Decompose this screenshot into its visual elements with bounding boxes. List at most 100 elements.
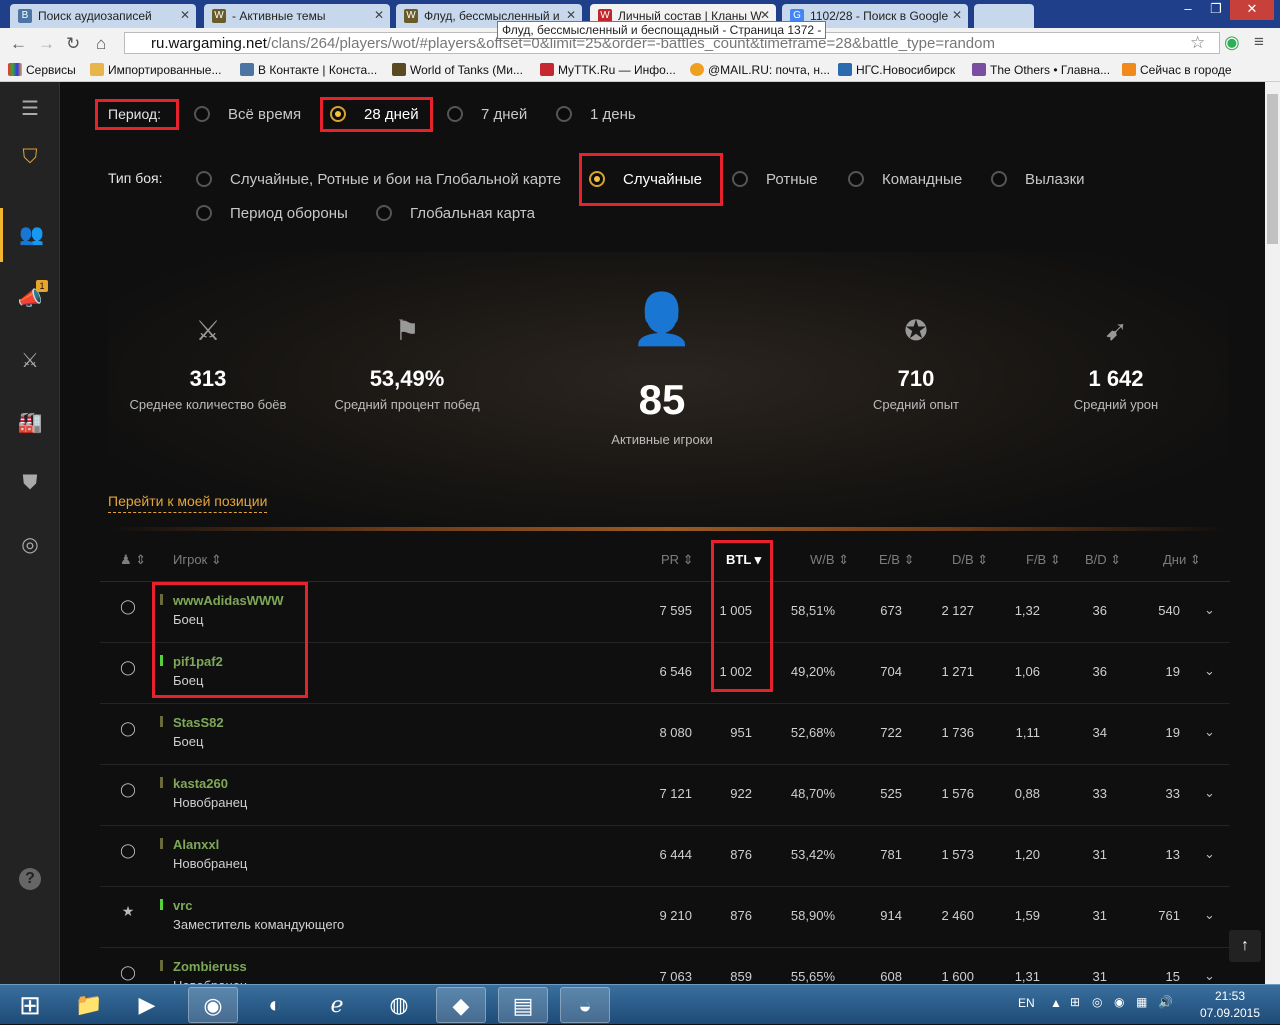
bookmark-star-icon[interactable]: ☆ <box>1190 33 1205 53</box>
period-7days-label[interactable]: 7 дней <box>481 106 527 123</box>
obs-taskbar-icon[interactable]: ◍ <box>374 987 424 1023</box>
battle-random-radio[interactable] <box>589 171 605 187</box>
monitor-taskbar-icon[interactable]: ▤ <box>498 987 548 1023</box>
period-28days-label[interactable]: 28 дней <box>364 106 419 123</box>
player-name-link[interactable]: Zombieruss <box>173 959 247 974</box>
table-row[interactable]: ◯ Alanxxl Новобранец 6 444 876 53,42% 781 1 573… <box>100 826 1230 887</box>
battle-team-label[interactable]: Командные <box>882 171 962 188</box>
col-bd[interactable]: B/D ⇕ <box>1085 552 1121 568</box>
close-tab-icon[interactable]: ✕ <box>952 8 962 22</box>
battle-team-radio[interactable] <box>848 171 864 187</box>
col-player[interactable]: Игрок ⇕ <box>173 552 222 568</box>
player-name-link[interactable]: kasta260 <box>173 776 228 791</box>
extension-icon[interactable]: ◉ <box>1224 32 1240 53</box>
tab-active-topics[interactable]: W - Активные темы ✕ <box>204 4 390 28</box>
battle-sortie-radio[interactable] <box>991 171 1007 187</box>
expand-row-chevron-icon[interactable]: ⌄ <box>1204 907 1215 923</box>
start-button[interactable]: ⊞ <box>4 987 56 1023</box>
battle-defense-label[interactable]: Период обороны <box>230 205 348 222</box>
expand-row-chevron-icon[interactable]: ⌄ <box>1204 724 1215 740</box>
rank-sort-icon[interactable]: ♟ ⇕ <box>120 552 146 568</box>
period-28days-radio[interactable] <box>330 106 346 122</box>
battle-sortie-label[interactable]: Вылазки <box>1025 171 1085 188</box>
maximize-icon[interactable]: ❐ <box>1202 0 1230 20</box>
stronghold-icon[interactable]: 🏭 <box>0 396 60 450</box>
table-row[interactable]: ◯ StasS82 Боец 8 080 951 52,68% 722 1 736 1,11 34… <box>100 704 1230 765</box>
table-row[interactable]: ◯ kasta260 Новобранец 7 121 922 48,70% 525 1 57… <box>100 765 1230 826</box>
battle-company-label[interactable]: Ротные <box>766 171 818 188</box>
bookmark-ngs[interactable]: НГС.Новосибирск <box>838 63 955 77</box>
media-player-taskbar-icon[interactable]: ▶ <box>122 987 172 1023</box>
player-name-link[interactable]: Alanxxl <box>173 837 219 852</box>
home-icon[interactable]: ⌂ <box>96 34 106 54</box>
battles-icon[interactable]: ⚔ <box>0 334 60 388</box>
expand-row-chevron-icon[interactable]: ⌄ <box>1204 663 1215 679</box>
page-scrollbar[interactable] <box>1265 82 1280 992</box>
battle-defense-radio[interactable] <box>196 205 212 221</box>
back-icon[interactable]: ← <box>10 34 27 54</box>
close-tab-icon[interactable]: ✕ <box>374 8 384 22</box>
close-tab-icon[interactable]: ✕ <box>180 8 190 22</box>
battle-globalmap-label[interactable]: Глобальная карта <box>410 205 535 222</box>
game-center-taskbar-icon[interactable]: ◒ <box>560 987 610 1023</box>
bookmark-vk[interactable]: В Контакте | Конста... <box>240 63 377 77</box>
col-days[interactable]: Дни ⇕ <box>1163 552 1201 568</box>
bookmark-mail[interactable]: @MAIL.RU: почта, н... <box>690 63 830 77</box>
clock-date[interactable]: 07.09.2015 <box>1198 1006 1262 1020</box>
col-pr[interactable]: PR ⇕ <box>661 552 694 568</box>
battle-all-label[interactable]: Случайные, Ротные и бои на Глобальной ка… <box>230 171 561 188</box>
period-all-label[interactable]: Всё время <box>228 106 301 123</box>
network-icon[interactable]: ▦ <box>1136 995 1147 1009</box>
close-tab-icon[interactable]: ✕ <box>566 8 576 22</box>
ie-taskbar-icon[interactable]: ℯ <box>312 987 362 1023</box>
help-icon[interactable]: ? <box>0 852 60 906</box>
table-row[interactable]: ★ vrc Заместитель командующего 9 210 876 58,9… <box>100 887 1230 948</box>
members-icon[interactable]: 👥 <box>0 208 60 262</box>
close-window-icon[interactable]: ✕ <box>1230 0 1274 20</box>
forward-icon[interactable]: → <box>38 34 55 54</box>
battle-all-radio[interactable] <box>196 171 212 187</box>
firefox-taskbar-icon[interactable]: ◐ <box>250 987 300 1023</box>
expand-row-chevron-icon[interactable]: ⌄ <box>1204 846 1215 862</box>
bookmark-myttk[interactable]: MyTTK.Ru — Инфо... <box>540 63 676 77</box>
volume-icon[interactable]: 🔊 <box>1158 995 1173 1009</box>
col-db[interactable]: D/B ⇕ <box>952 552 988 568</box>
bookmark-wot[interactable]: World of Tanks (Ми... <box>392 63 523 77</box>
bookmark-city-now[interactable]: Сейчас в городе <box>1122 63 1232 77</box>
col-eb[interactable]: E/B ⇕ <box>879 552 914 568</box>
new-tab-button[interactable] <box>974 4 1034 28</box>
bookmark-services[interactable]: Сервисы <box>8 63 76 77</box>
period-all-radio[interactable] <box>194 106 210 122</box>
chrome-taskbar-icon[interactable]: ◉ <box>188 987 238 1023</box>
hamburger-menu-icon[interactable]: ☰ <box>0 82 60 136</box>
period-1day-radio[interactable] <box>556 106 572 122</box>
col-wb[interactable]: W/B ⇕ <box>810 552 849 568</box>
clan-emblem-icon[interactable]: ⛉ <box>0 130 60 184</box>
menu-icon[interactable]: ≡ <box>1254 32 1264 52</box>
tray-app2-icon[interactable]: ◉ <box>1114 995 1124 1009</box>
period-1day-label[interactable]: 1 день <box>590 106 636 123</box>
tray-app-icon[interactable]: ◎ <box>1092 995 1102 1009</box>
battle-company-radio[interactable] <box>732 171 748 187</box>
treasury-icon[interactable]: ◎ <box>0 518 60 572</box>
period-7days-radio[interactable] <box>447 106 463 122</box>
clan-wars-icon[interactable]: ⛊ <box>0 456 60 510</box>
app-taskbar-icon[interactable]: ◆ <box>436 987 486 1023</box>
tab-vk-audio[interactable]: В Поиск аудиозаписей ✕ <box>10 4 196 28</box>
expand-row-chevron-icon[interactable]: ⌄ <box>1204 968 1215 984</box>
tray-arrow-icon[interactable]: ▲ <box>1050 996 1062 1010</box>
minimize-icon[interactable]: – <box>1174 0 1202 20</box>
clock-time[interactable]: 21:53 <box>1198 989 1262 1003</box>
expand-row-chevron-icon[interactable]: ⌄ <box>1204 785 1215 801</box>
close-tab-icon[interactable]: ✕ <box>760 8 770 22</box>
battle-globalmap-radio[interactable] <box>376 205 392 221</box>
recruiting-icon[interactable]: 📣 1 <box>0 272 60 326</box>
go-to-my-position-link[interactable]: Перейти к моей позиции <box>108 493 268 513</box>
expand-row-chevron-icon[interactable]: ⌄ <box>1204 602 1215 618</box>
reload-icon[interactable]: ↻ <box>66 34 80 54</box>
col-fb[interactable]: F/B ⇕ <box>1026 552 1061 568</box>
player-name-link[interactable]: vrc <box>173 898 193 913</box>
battle-random-label[interactable]: Случайные <box>623 171 702 188</box>
bookmark-the-others[interactable]: The Others • Главна... <box>972 63 1110 77</box>
language-indicator[interactable]: EN <box>1018 996 1035 1010</box>
